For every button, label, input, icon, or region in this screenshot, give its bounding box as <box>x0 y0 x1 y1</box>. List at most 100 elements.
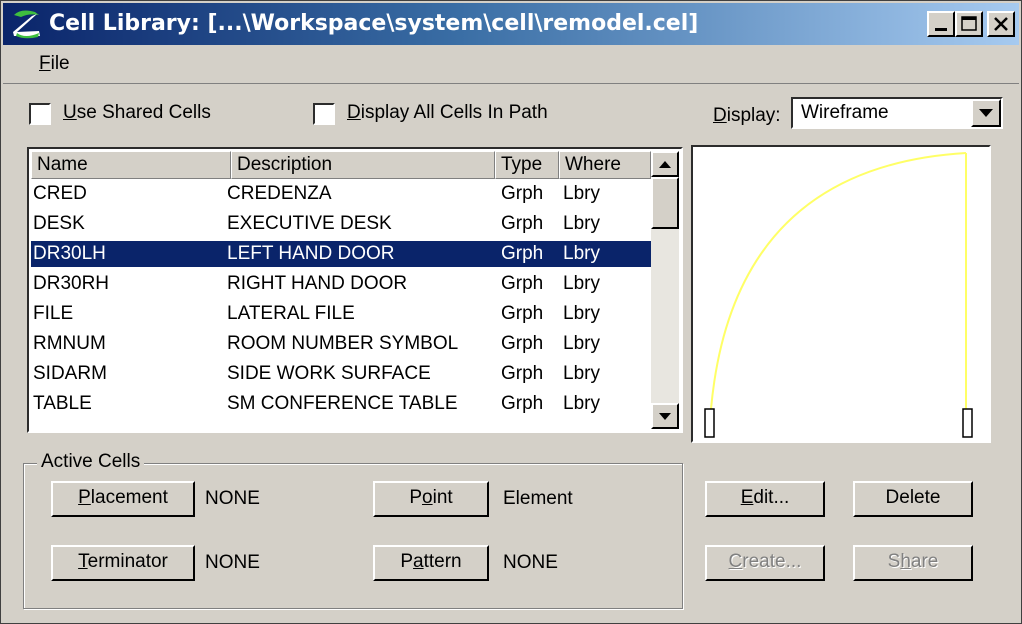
table-row[interactable]: TABLE SM CONFERENCE TABLE Grph Lbry <box>31 391 651 417</box>
point-post: int <box>432 487 453 508</box>
menu-file-label: ile <box>50 53 70 74</box>
table-row[interactable]: SIDARM SIDE WORK SURFACE Grph Lbry <box>31 361 651 387</box>
cell-description: LEFT HAND DOOR <box>227 243 395 264</box>
cell-type: Grph <box>501 183 544 204</box>
list-scrollbar[interactable] <box>651 151 679 429</box>
cell-description: SIDE WORK SURFACE <box>227 363 431 384</box>
placement-mnemonic: P <box>78 487 91 508</box>
terminator-post: erminator <box>87 551 168 572</box>
cell-preview <box>691 145 991 443</box>
title-bar[interactable]: Cell Library: [...\Workspace\system\cell… <box>3 3 1019 45</box>
display-mode-select[interactable]: Wireframe <box>791 97 1003 129</box>
table-row[interactable]: DESK EXECUTIVE DESK Grph Lbry <box>31 211 651 237</box>
table-row[interactable]: DR30RH RIGHT HAND DOOR Grph Lbry <box>31 271 651 297</box>
maximize-button[interactable] <box>955 11 983 37</box>
point-button[interactable]: Point <box>373 481 489 517</box>
dropdown-arrow-icon <box>973 109 999 129</box>
edit-mnemonic: E <box>740 487 754 508</box>
display-mnemonic: D <box>713 105 727 126</box>
use-shared-cells-checkbox[interactable] <box>29 103 51 125</box>
use-shared-text: se Shared Cells <box>76 102 211 123</box>
create-mnemonic: C <box>728 551 743 572</box>
cell-where: Lbry <box>563 183 600 204</box>
column-header-description[interactable]: Description <box>231 151 495 179</box>
display-mode-value: Wireframe <box>801 102 889 123</box>
table-row[interactable]: FILE LATERAL FILE Grph Lbry <box>31 301 651 327</box>
cell-description: ROOM NUMBER SYMBOL <box>227 333 459 354</box>
door-preview-graphic <box>704 152 973 438</box>
cell-description: LATERAL FILE <box>227 303 355 324</box>
cell-name: SIDARM <box>33 363 107 384</box>
minimize-button[interactable] <box>927 11 955 37</box>
cell-where: Lbry <box>563 243 600 264</box>
cell-name: RMNUM <box>33 333 106 354</box>
window-title: Cell Library: [...\Workspace\system\cell… <box>49 11 699 36</box>
cell-where: Lbry <box>563 393 600 414</box>
display-all-mnemonic: D <box>347 102 361 123</box>
pattern-post: ttern <box>423 551 462 572</box>
cell-name: DR30RH <box>33 273 110 294</box>
placement-value: NONE <box>205 488 260 509</box>
table-row[interactable]: RMNUM ROOM NUMBER SYMBOL Grph Lbry <box>31 331 651 357</box>
column-header-where[interactable]: Where <box>559 151 651 179</box>
active-cells-title: Active Cells <box>37 451 145 473</box>
cell-where: Lbry <box>563 213 600 234</box>
cell-list[interactable]: Name Description Type Where CRED CREDENZA… <box>27 147 683 433</box>
app-logo-icon <box>11 9 45 39</box>
share-post: are <box>910 551 939 572</box>
terminator-mnemonic: T <box>78 551 88 572</box>
cell-type: Grph <box>501 213 544 234</box>
column-header-name[interactable]: Name <box>31 151 231 179</box>
cell-name: FILE <box>33 303 74 324</box>
display-label-text: isplay: <box>726 105 781 126</box>
cell-type: Grph <box>501 333 544 354</box>
cell-description: CREDENZA <box>227 183 332 204</box>
scroll-down-button[interactable] <box>651 403 679 429</box>
cell-name: DESK <box>33 213 85 234</box>
pattern-button[interactable]: Pattern <box>373 545 489 581</box>
cell-type: Grph <box>501 303 544 324</box>
menu-file-mnemonic: F <box>39 53 51 74</box>
edit-button[interactable]: Edit... <box>705 481 825 517</box>
cell-description: SM CONFERENCE TABLE <box>227 393 458 414</box>
display-label: Display: <box>713 105 781 127</box>
share-button[interactable]: Share <box>853 545 973 581</box>
cell-where: Lbry <box>563 363 600 384</box>
terminator-button[interactable]: Terminator <box>51 545 195 581</box>
point-mnemonic: o <box>422 487 433 508</box>
pattern-value: NONE <box>503 552 558 573</box>
scroll-up-button[interactable] <box>651 151 679 177</box>
cell-name: CRED <box>33 183 87 204</box>
share-pre: S <box>887 551 901 572</box>
cell-name: TABLE <box>33 393 92 414</box>
use-shared-cells-label[interactable]: Use Shared Cells <box>63 102 211 124</box>
scroll-thumb[interactable] <box>651 177 679 229</box>
cell-name: DR30LH <box>33 243 106 264</box>
delete-button[interactable]: Delete <box>853 481 973 517</box>
display-dropdown-button[interactable] <box>971 99 1001 127</box>
table-row[interactable]: CRED CREDENZA Grph Lbry <box>31 181 651 207</box>
display-all-cells-checkbox[interactable] <box>313 103 335 125</box>
placement-post: lacement <box>90 487 168 508</box>
share-mnemonic: h <box>900 551 911 572</box>
cell-description: EXECUTIVE DESK <box>227 213 392 234</box>
create-button[interactable]: Create... <box>705 545 825 581</box>
cell-type: Grph <box>501 363 544 384</box>
terminator-value: NONE <box>205 552 260 573</box>
column-header-type[interactable]: Type <box>495 151 559 179</box>
menu-file[interactable]: File <box>39 53 70 75</box>
table-row[interactable]: DR30LH LEFT HAND DOOR Grph Lbry <box>31 241 651 267</box>
cell-type: Grph <box>501 393 544 414</box>
placement-button[interactable]: Placement <box>51 481 195 517</box>
scroll-down-icon <box>653 413 677 431</box>
cell-description: RIGHT HAND DOOR <box>227 273 408 294</box>
close-button[interactable] <box>987 11 1015 37</box>
cell-library-window: Cell Library: [...\Workspace\system\cell… <box>0 0 1022 624</box>
point-pre: P <box>409 487 423 508</box>
display-all-cells-label[interactable]: Display All Cells In Path <box>347 102 548 124</box>
menu-bar: File <box>3 47 1019 84</box>
cell-type: Grph <box>501 243 544 264</box>
cell-where: Lbry <box>563 303 600 324</box>
pattern-pre: P <box>400 551 414 572</box>
cell-where: Lbry <box>563 333 600 354</box>
